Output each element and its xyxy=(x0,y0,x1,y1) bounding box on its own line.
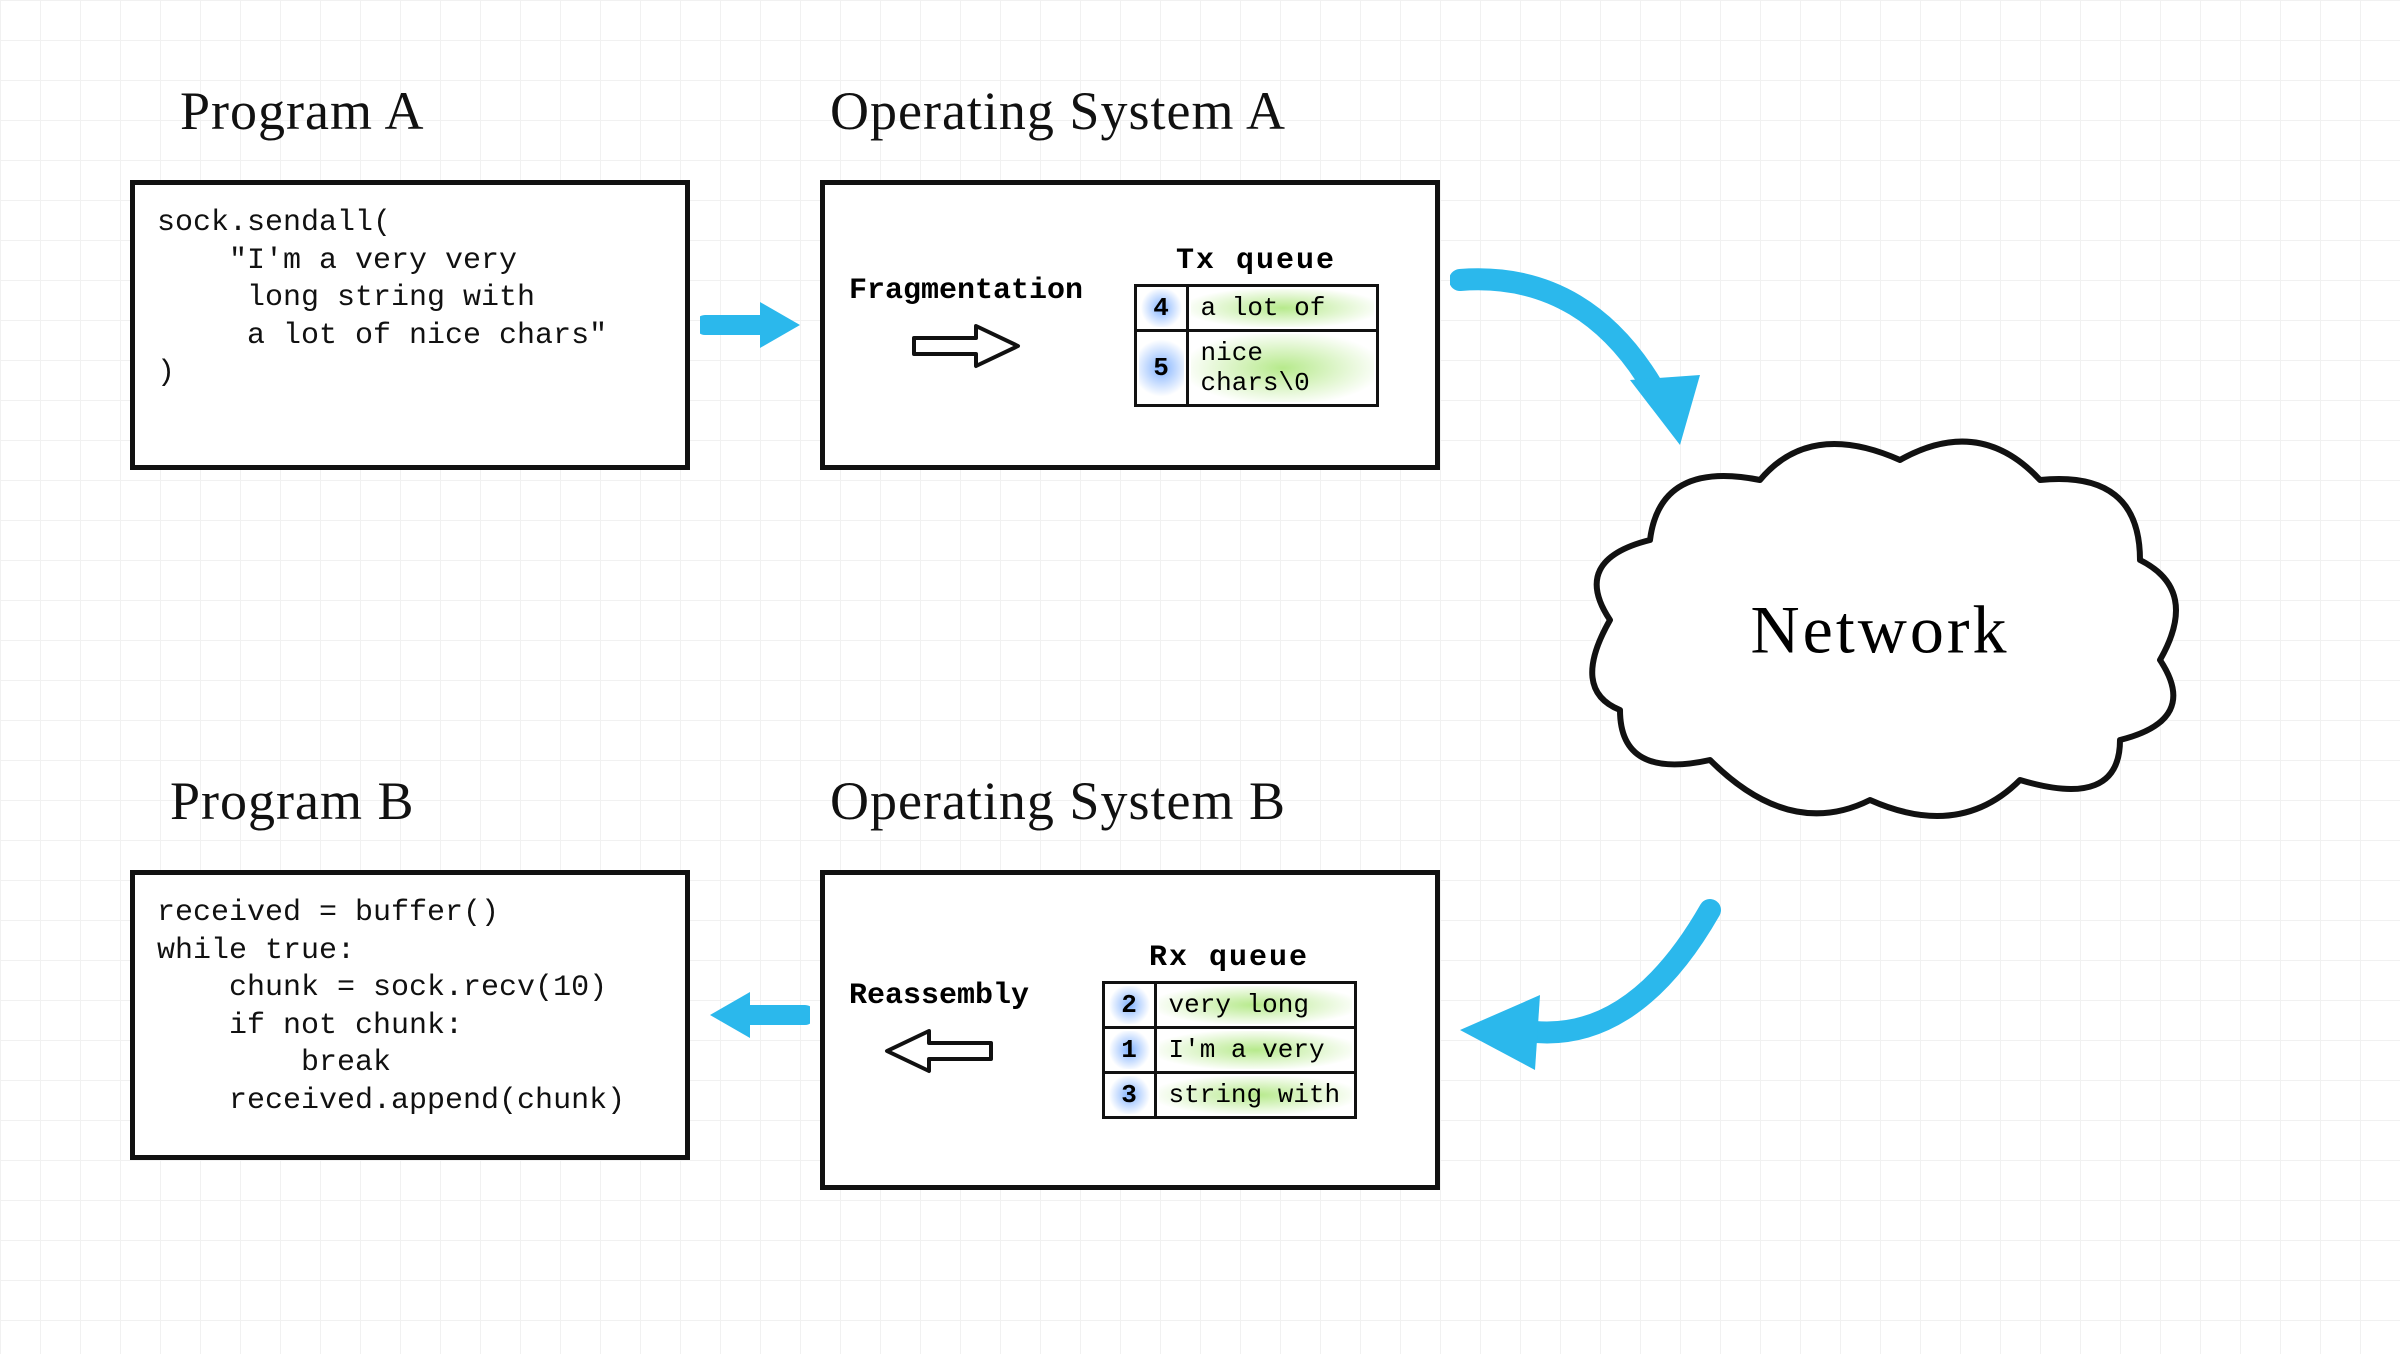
program-b-box: received = buffer() while true: chunk = … xyxy=(130,870,690,1160)
tx-queue-table: 4 a lot of 5 nice chars\0 xyxy=(1134,284,1379,407)
table-row: 4 a lot of xyxy=(1135,285,1377,330)
reassembly-arrow-icon xyxy=(879,1021,999,1081)
arrow-os-a-to-network xyxy=(1450,250,1710,470)
arrow-network-to-os-b xyxy=(1450,880,1730,1100)
title-program-b: Program B xyxy=(170,770,415,832)
network-label: Network xyxy=(1751,591,2010,670)
program-a-code: sock.sendall( "I'm a very very long stri… xyxy=(157,205,663,393)
os-b-box: Reassembly Rx queue 2 very long 1 I'm a … xyxy=(820,870,1440,1190)
rx-queue-title: Rx queue xyxy=(1149,941,1309,975)
network-cloud: Network xyxy=(1560,420,2200,840)
program-b-code: received = buffer() while true: chunk = … xyxy=(157,895,663,1120)
arrow-program-a-to-os-a xyxy=(700,290,810,360)
fragmentation-arrow-icon xyxy=(906,316,1026,376)
title-os-a: Operating System A xyxy=(830,80,1286,142)
title-os-b: Operating System B xyxy=(830,770,1286,832)
os-a-label: Fragmentation xyxy=(849,274,1083,308)
os-b-label: Reassembly xyxy=(849,979,1029,1013)
title-program-a: Program A xyxy=(180,80,425,142)
table-row: 2 very long xyxy=(1103,983,1355,1028)
table-row: 1 I'm a very xyxy=(1103,1028,1355,1073)
table-row: 5 nice chars\0 xyxy=(1135,330,1377,405)
program-a-box: sock.sendall( "I'm a very very long stri… xyxy=(130,180,690,470)
arrow-os-b-to-program-b xyxy=(700,980,810,1050)
tx-queue-title: Tx queue xyxy=(1176,244,1336,278)
table-row: 3 string with xyxy=(1103,1073,1355,1118)
rx-queue-table: 2 very long 1 I'm a very 3 string with xyxy=(1102,981,1357,1119)
os-a-box: Fragmentation Tx queue 4 a lot of 5 nice… xyxy=(820,180,1440,470)
